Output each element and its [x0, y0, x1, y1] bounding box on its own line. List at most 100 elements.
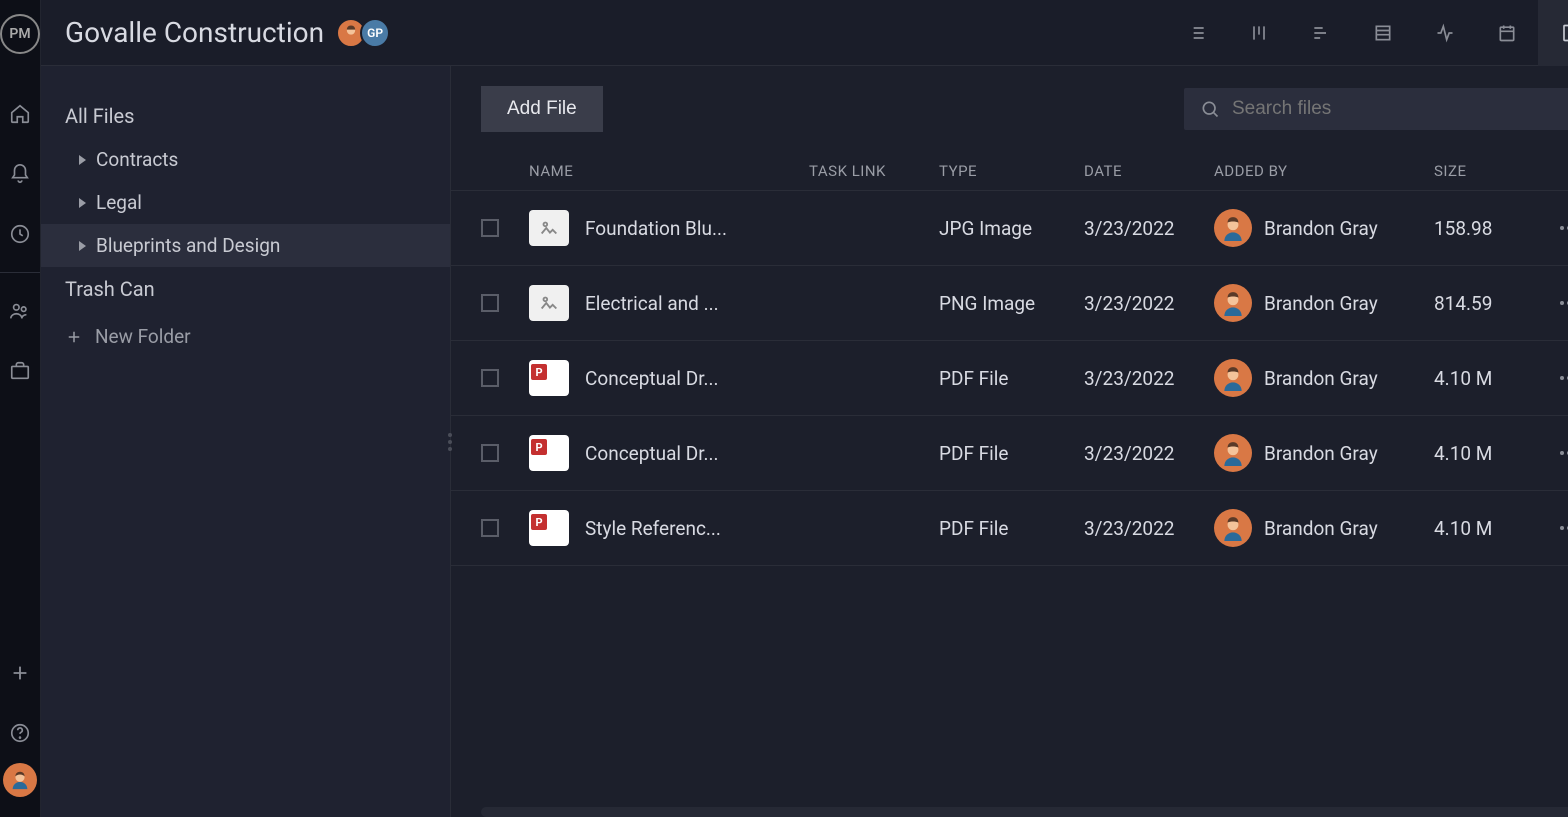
file-type: PNG Image	[939, 292, 1084, 315]
file-date: 3/23/2022	[1084, 517, 1214, 540]
folder-item[interactable]: Contracts	[41, 138, 450, 181]
file-type: PDF File	[939, 442, 1084, 465]
row-more-icon[interactable]	[1544, 216, 1568, 240]
files-toolbar: Add File	[451, 66, 1568, 152]
caret-right-icon	[79, 241, 86, 251]
caret-right-icon	[79, 155, 86, 165]
clock-icon[interactable]	[0, 214, 40, 254]
avatar-icon	[1214, 359, 1252, 397]
file-type: JPG Image	[939, 217, 1084, 240]
new-folder-label: New Folder	[95, 325, 191, 348]
col-added-by[interactable]: ADDED BY	[1214, 162, 1434, 180]
help-icon[interactable]	[0, 713, 40, 753]
resize-handle[interactable]	[448, 433, 452, 451]
file-added-by: Brandon Gray	[1264, 517, 1378, 540]
file-added-by: Brandon Gray	[1264, 217, 1378, 240]
project-title: Govalle Construction	[65, 16, 324, 49]
activity-view-icon[interactable]	[1414, 0, 1476, 66]
folder-label: Legal	[96, 191, 142, 214]
folder-item[interactable]: Legal	[41, 181, 450, 224]
row-more-icon[interactable]	[1544, 516, 1568, 540]
avatar-icon	[1214, 209, 1252, 247]
file-date: 3/23/2022	[1084, 292, 1214, 315]
file-name: Style Referenc...	[585, 517, 721, 540]
col-type[interactable]: TYPE	[939, 162, 1084, 180]
file-size: 4.10 M	[1434, 442, 1544, 465]
row-checkbox[interactable]	[481, 369, 499, 387]
folder-trash[interactable]: Trash Can	[41, 267, 450, 311]
col-task-link[interactable]: TASK LINK	[809, 162, 939, 180]
caret-right-icon	[79, 198, 86, 208]
row-checkbox[interactable]	[481, 444, 499, 462]
row-checkbox[interactable]	[481, 519, 499, 537]
view-tabs	[1166, 0, 1568, 66]
file-row[interactable]: Electrical and ...PNG Image3/23/2022Bran…	[451, 266, 1568, 341]
file-name: Conceptual Dr...	[585, 367, 719, 390]
folder-label: Blueprints and Design	[96, 234, 280, 257]
list-view-icon[interactable]	[1166, 0, 1228, 66]
plus-icon[interactable]	[0, 653, 40, 693]
search-icon	[1200, 99, 1220, 119]
rail-divider	[0, 272, 40, 273]
gantt-view-icon[interactable]	[1290, 0, 1352, 66]
file-row[interactable]: Foundation Blu... JPG Image3/23/2022 Brand…	[451, 191, 1568, 266]
new-folder-button[interactable]: New Folder	[41, 311, 450, 362]
app-logo[interactable]: PM	[0, 14, 40, 54]
user-avatar[interactable]	[3, 763, 37, 797]
avatar[interactable]: GP	[360, 18, 390, 48]
file-date: 3/23/2022	[1084, 217, 1214, 240]
calendar-view-icon[interactable]	[1476, 0, 1538, 66]
folder-all-files[interactable]: All Files	[41, 94, 450, 138]
folder-label: Contracts	[96, 148, 178, 171]
file-size: 4.10 M	[1434, 367, 1544, 390]
file-type: PDF File	[939, 517, 1084, 540]
avatar-icon	[1214, 509, 1252, 547]
folder-sidebar: All Files Contracts Legal Blueprints and D…	[41, 66, 451, 817]
bell-icon[interactable]	[0, 154, 40, 194]
briefcase-icon[interactable]	[0, 351, 40, 391]
avatar-icon	[1214, 434, 1252, 472]
file-added-by: Brandon Gray	[1264, 442, 1378, 465]
file-date: 3/23/2022	[1084, 442, 1214, 465]
files-view-icon[interactable]	[1538, 0, 1568, 66]
member-avatars[interactable]: GP	[342, 18, 390, 48]
image-thumb-icon	[529, 285, 569, 321]
file-table-header: NAME TASK LINK TYPE DATE ADDED BY SIZE	[451, 152, 1568, 191]
col-date[interactable]: DATE	[1084, 162, 1214, 180]
row-more-icon[interactable]	[1544, 441, 1568, 465]
row-checkbox[interactable]	[481, 219, 499, 237]
col-size[interactable]: SIZE	[1434, 162, 1544, 180]
file-name: Electrical and ...	[585, 292, 719, 315]
pdf-thumb-icon	[529, 435, 569, 471]
board-view-icon[interactable]	[1228, 0, 1290, 66]
topbar: Govalle Construction GP	[41, 0, 1568, 66]
home-icon[interactable]	[0, 94, 40, 134]
sheet-view-icon[interactable]	[1352, 0, 1414, 66]
image-thumb-icon	[529, 210, 569, 246]
row-more-icon[interactable]	[1544, 366, 1568, 390]
file-size: 814.59	[1434, 292, 1544, 315]
file-date: 3/23/2022	[1084, 367, 1214, 390]
file-type: PDF File	[939, 367, 1084, 390]
search-box[interactable]	[1184, 88, 1568, 130]
people-icon[interactable]	[0, 291, 40, 331]
file-name: Conceptual Dr...	[585, 442, 719, 465]
file-size: 158.98	[1434, 217, 1544, 240]
col-name[interactable]: NAME	[529, 162, 809, 180]
search-input[interactable]	[1232, 98, 1568, 120]
file-row[interactable]: Style Referenc... PDF File3/23/2022 Brando…	[451, 491, 1568, 566]
add-file-button[interactable]: Add File	[481, 86, 603, 132]
file-added-by: Brandon Gray	[1264, 367, 1378, 390]
avatar-icon	[1214, 284, 1252, 322]
file-name: Foundation Blu...	[585, 217, 727, 240]
row-checkbox[interactable]	[481, 294, 499, 312]
nav-rail: PM	[0, 0, 41, 817]
file-size: 4.10 M	[1434, 517, 1544, 540]
row-more-icon[interactable]	[1544, 291, 1568, 315]
file-panel: Add File NAME TASK LINK TYPE DATE ADDED …	[451, 66, 1568, 817]
folder-item[interactable]: Blueprints and Design	[41, 224, 450, 267]
file-row[interactable]: Conceptual Dr... PDF File3/23/2022 Brandon…	[451, 416, 1568, 491]
pdf-thumb-icon	[529, 510, 569, 546]
horizontal-scrollbar[interactable]	[481, 807, 1568, 817]
file-row[interactable]: Conceptual Dr... PDF File3/23/2022 Brandon…	[451, 341, 1568, 416]
